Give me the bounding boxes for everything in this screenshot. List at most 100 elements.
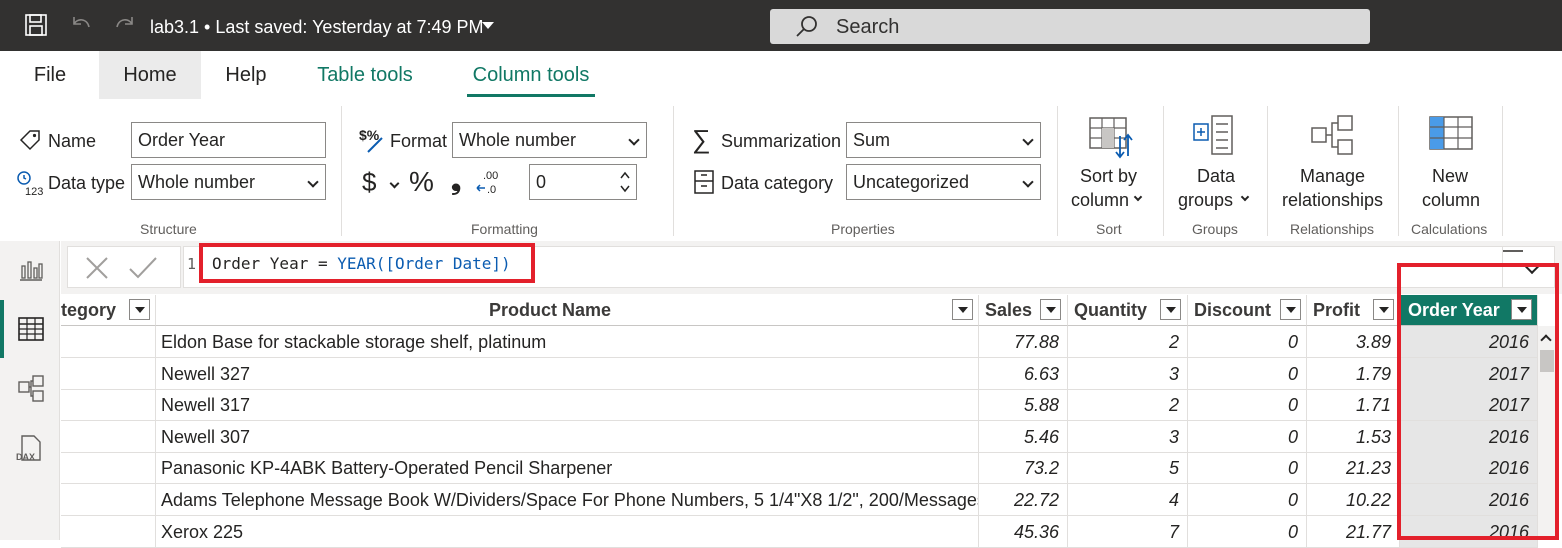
summarization-select[interactable]: Sum — [846, 122, 1041, 158]
new-column-button[interactable]: New column — [1405, 110, 1495, 210]
cell-profit[interactable]: 21.23 — [1307, 452, 1400, 484]
cell-sales[interactable]: 45.36 — [979, 516, 1068, 548]
search-input[interactable]: Search — [770, 9, 1370, 44]
undo-icon[interactable] — [68, 12, 94, 38]
cell-sales[interactable]: 6.63 — [979, 358, 1068, 390]
summarization-label: Summarization — [721, 131, 842, 151]
cell-quantity[interactable]: 5 — [1068, 452, 1188, 484]
column-header-quantity[interactable]: Quantity — [1068, 295, 1188, 326]
group-label-formatting: Formatting — [471, 221, 538, 237]
cancel-formula-icon[interactable] — [84, 255, 110, 281]
currency-button[interactable]: $ — [362, 167, 376, 198]
redo-icon[interactable] — [112, 12, 138, 38]
cell-quantity[interactable]: 4 — [1068, 484, 1188, 516]
column-header-product-name[interactable]: Product Name — [156, 295, 979, 326]
format-select[interactable]: Whole number — [452, 122, 647, 158]
cell-sales[interactable]: 5.46 — [979, 421, 1068, 453]
cell-product-name[interactable]: Newell 307 — [156, 421, 979, 453]
search-placeholder: Search — [836, 16, 900, 38]
comma-style-button[interactable]: ❟ — [451, 165, 461, 197]
filter-dropdown-icon[interactable] — [1373, 299, 1394, 320]
manage-relationships-button[interactable]: Manage relationships — [1275, 110, 1391, 210]
formula-drag-handle[interactable] — [1503, 250, 1523, 252]
title-dropdown-icon[interactable] — [482, 22, 494, 29]
cell-category[interactable] — [61, 326, 156, 358]
name-field[interactable]: Order Year — [131, 122, 326, 158]
column-header-category[interactable]: tegory — [61, 295, 156, 326]
cell-sales[interactable]: 5.88 — [979, 389, 1068, 421]
manage-relationships-label-2: relationships — [1282, 190, 1384, 210]
report-view-icon[interactable] — [18, 256, 44, 282]
filter-dropdown-icon[interactable] — [129, 299, 150, 320]
cell-profit[interactable]: 1.79 — [1307, 358, 1400, 390]
cell-discount[interactable]: 0 — [1188, 389, 1307, 421]
cell-product-name[interactable]: Adams Telephone Message Book W/Dividers/… — [156, 484, 979, 516]
cell-discount[interactable]: 0 — [1188, 484, 1307, 516]
group-label-properties: Properties — [831, 221, 895, 237]
column-header-sales[interactable]: Sales — [979, 295, 1068, 326]
cell-sales[interactable]: 22.72 — [979, 484, 1068, 516]
dax-query-view-icon[interactable]: DAX — [14, 434, 46, 464]
cell-profit[interactable]: 1.71 — [1307, 389, 1400, 421]
cell-product-name[interactable]: Xerox 225 — [156, 516, 979, 548]
document-title[interactable]: lab3.1 • Last saved: Yesterday at 7:49 P… — [150, 17, 484, 38]
cell-category[interactable] — [61, 452, 156, 484]
filter-dropdown-icon[interactable] — [1040, 299, 1061, 320]
cell-quantity[interactable]: 2 — [1068, 326, 1188, 358]
cell-category[interactable] — [61, 389, 156, 421]
tab-column-tools[interactable]: Column tools — [458, 51, 604, 99]
table-view-icon[interactable] — [17, 316, 45, 342]
data-type-select[interactable]: Whole number — [131, 164, 326, 200]
tab-file[interactable]: File — [14, 51, 86, 99]
cell-discount[interactable]: 0 — [1188, 421, 1307, 453]
commit-formula-icon[interactable] — [128, 255, 158, 281]
cell-product-name[interactable]: Newell 327 — [156, 358, 979, 390]
filter-dropdown-icon[interactable] — [1160, 299, 1181, 320]
cell-profit[interactable]: 10.22 — [1307, 484, 1400, 516]
data-groups-label-2: groups — [1178, 190, 1234, 210]
sort-by-column-button[interactable]: Sort by column — [1068, 110, 1152, 210]
cell-product-name[interactable]: Newell 317 — [156, 389, 979, 421]
data-category-label: Data category — [721, 173, 834, 193]
data-groups-icon — [1193, 115, 1233, 155]
cell-category[interactable] — [61, 421, 156, 453]
column-header-profit[interactable]: Profit — [1307, 295, 1400, 326]
filter-dropdown-icon[interactable] — [952, 299, 973, 320]
cell-quantity[interactable]: 2 — [1068, 389, 1188, 421]
tab-help[interactable]: Help — [210, 51, 282, 99]
cell-discount[interactable]: 0 — [1188, 452, 1307, 484]
cell-category[interactable] — [61, 484, 156, 516]
cell-sales[interactable]: 73.2 — [979, 452, 1068, 484]
group-divider — [1163, 106, 1164, 236]
model-view-icon[interactable] — [17, 374, 45, 404]
percent-button[interactable]: % — [409, 166, 434, 198]
cell-category[interactable] — [61, 516, 156, 548]
cell-sales[interactable]: 77.88 — [979, 326, 1068, 358]
decimal-places-icon[interactable]: .00.0 — [474, 168, 504, 196]
cell-quantity[interactable]: 3 — [1068, 358, 1188, 390]
stepper-arrows-icon[interactable] — [620, 170, 630, 194]
cell-category[interactable] — [61, 358, 156, 390]
tab-table-tools[interactable]: Table tools — [293, 51, 437, 99]
cell-product-name[interactable]: Panasonic KP-4ABK Battery-Operated Penci… — [156, 452, 979, 484]
cell-discount[interactable]: 0 — [1188, 358, 1307, 390]
data-groups-button[interactable]: Data groups — [1172, 110, 1260, 210]
cell-profit[interactable]: 1.53 — [1307, 421, 1400, 453]
cell-quantity[interactable]: 7 — [1068, 516, 1188, 548]
save-icon[interactable] — [23, 12, 49, 38]
cell-profit[interactable]: 21.77 — [1307, 516, 1400, 548]
filter-dropdown-icon[interactable] — [1280, 299, 1301, 320]
cell-quantity[interactable]: 3 — [1068, 421, 1188, 453]
data-type-label: Data type — [48, 173, 126, 193]
decimal-places-stepper[interactable]: 0 — [529, 164, 637, 200]
cell-product-name[interactable]: Eldon Base for stackable storage shelf, … — [156, 326, 979, 358]
active-view-indicator — [0, 300, 4, 358]
tag-icon — [19, 130, 40, 151]
tab-home[interactable]: Home — [99, 51, 201, 99]
cell-discount[interactable]: 0 — [1188, 326, 1307, 358]
cell-discount[interactable]: 0 — [1188, 516, 1307, 548]
column-header-discount[interactable]: Discount — [1188, 295, 1307, 326]
data-category-select[interactable]: Uncategorized — [846, 164, 1041, 200]
svg-text:.00: .00 — [483, 170, 498, 182]
cell-profit[interactable]: 3.89 — [1307, 326, 1400, 358]
